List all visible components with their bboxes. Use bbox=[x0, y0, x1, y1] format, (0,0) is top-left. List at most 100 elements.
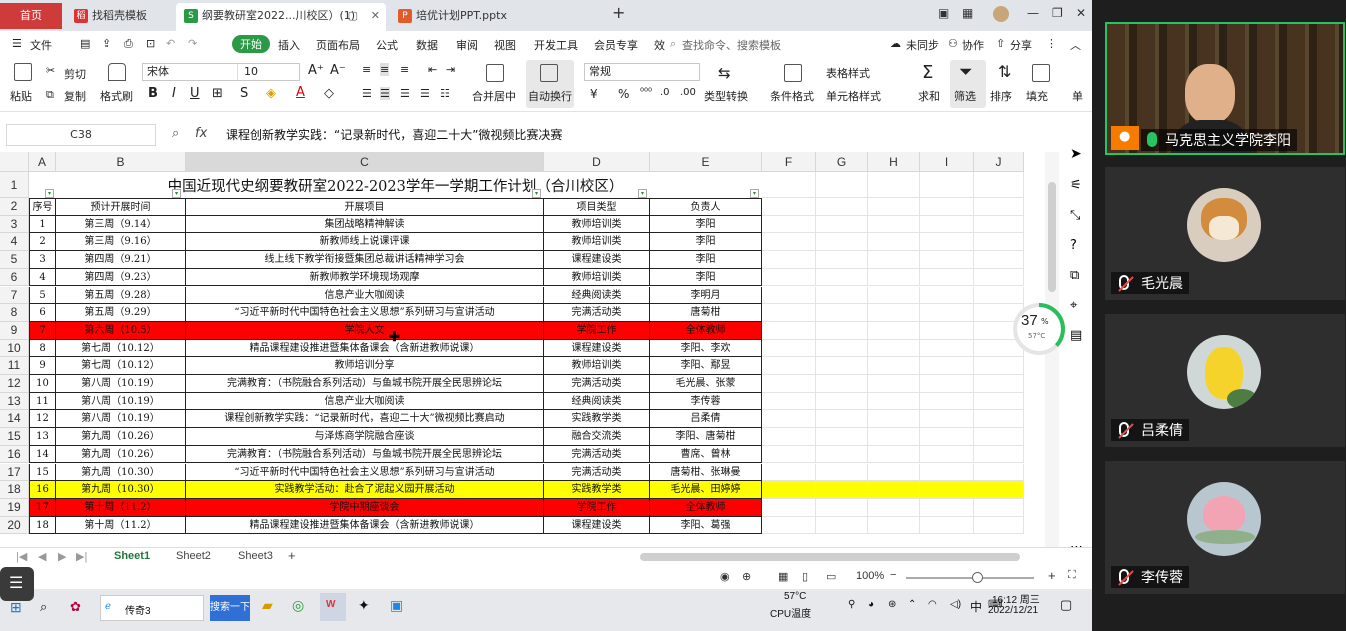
menu-member[interactable]: 会员专享 bbox=[594, 37, 638, 53]
table-row-cell[interactable]: 全体教师 bbox=[650, 321, 762, 340]
row-header[interactable]: 18 bbox=[0, 481, 29, 499]
table-row-cell[interactable]: 课程建设类 bbox=[544, 339, 650, 358]
empty-cell[interactable] bbox=[868, 481, 920, 499]
table-row-cell[interactable]: 15 bbox=[29, 463, 56, 482]
hamburger-icon[interactable]: ☰ bbox=[12, 37, 22, 50]
table-row-cell[interactable]: “习近平新时代中国特色社会主义思想”系列研习与宣讲活动 bbox=[186, 463, 544, 482]
table-row-cell[interactable]: 唐菊柑、张琳曼 bbox=[650, 463, 762, 482]
chat-overlay-button[interactable]: ☰ bbox=[0, 567, 34, 601]
empty-cell[interactable] bbox=[868, 339, 920, 358]
wrap-text-button[interactable]: 自动换行 bbox=[526, 60, 574, 108]
empty-cell[interactable] bbox=[868, 463, 920, 482]
filter-dropdown-icon[interactable]: ▾ bbox=[750, 189, 759, 198]
font-grow-icon[interactable]: A⁺ bbox=[308, 63, 324, 78]
empty-cell[interactable] bbox=[920, 286, 974, 305]
table-row-cell[interactable]: 与泽炼商学院融合座谈 bbox=[186, 428, 544, 446]
row-header[interactable]: 3 bbox=[0, 215, 29, 234]
empty-cell[interactable] bbox=[920, 268, 974, 287]
empty-cell[interactable] bbox=[816, 339, 868, 358]
font-color-icon[interactable]: A bbox=[296, 85, 305, 100]
fill-icon[interactable] bbox=[1032, 64, 1050, 82]
sum-icon[interactable]: Σ bbox=[922, 62, 933, 83]
format-painter-icon[interactable] bbox=[108, 63, 126, 81]
row-header[interactable]: 2 bbox=[0, 198, 29, 216]
export-icon[interactable]: ⇪ bbox=[102, 37, 111, 50]
add-sheet-button[interactable]: + bbox=[288, 548, 296, 563]
table-row-cell[interactable]: 学院人文 bbox=[186, 321, 544, 340]
normal-view-icon[interactable]: ▦ bbox=[778, 570, 788, 583]
table-row-cell[interactable]: 第十周（11.2） bbox=[56, 498, 186, 517]
table-row-cell[interactable]: 完满活动类 bbox=[544, 375, 650, 393]
empty-cell[interactable] bbox=[920, 410, 974, 429]
filter-dropdown-icon[interactable]: ▾ bbox=[532, 189, 541, 198]
empty-cell[interactable] bbox=[920, 516, 974, 535]
column-header-c[interactable]: C bbox=[186, 152, 544, 172]
zoom-level[interactable]: 100% bbox=[856, 570, 884, 582]
layout-icon[interactable]: ▣ bbox=[938, 6, 949, 20]
row-header[interactable]: 15 bbox=[0, 428, 29, 446]
table-row-cell[interactable]: 教师培训类 bbox=[544, 357, 650, 375]
empty-cell[interactable] bbox=[762, 286, 816, 305]
undo-icon[interactable]: ↶ bbox=[166, 37, 175, 50]
table-row-cell[interactable]: 8 bbox=[29, 339, 56, 358]
row-header[interactable]: 5 bbox=[0, 251, 29, 269]
paste-icon[interactable] bbox=[14, 63, 32, 81]
last-sheet-icon[interactable]: ▶| bbox=[76, 550, 87, 563]
menu-start[interactable]: 开始 bbox=[232, 35, 270, 53]
table-row-cell[interactable]: 第八周（10.19） bbox=[56, 410, 186, 429]
zoom-in-button[interactable]: + bbox=[1048, 568, 1056, 583]
app-icon-2[interactable]: ✦ bbox=[358, 597, 370, 614]
table-row-cell[interactable]: 12 bbox=[29, 410, 56, 429]
zoom-slider[interactable] bbox=[906, 572, 1034, 583]
column-header-e[interactable]: E bbox=[650, 152, 762, 172]
formula-input[interactable]: 课程创新教学实践：“记录新时代，喜迎二十大”微视频比赛决赛 bbox=[226, 126, 562, 143]
column-header-i[interactable]: I bbox=[920, 152, 974, 172]
empty-cell[interactable] bbox=[974, 268, 1024, 287]
tab-pptx[interactable]: P 培优计划PPT.pptx bbox=[390, 3, 600, 31]
taskbar-search-icon[interactable]: ⌕ bbox=[40, 599, 47, 615]
menu-insert[interactable]: 插入 bbox=[278, 37, 300, 53]
app-icon-1[interactable]: ✿ bbox=[70, 599, 81, 615]
empty-cell[interactable] bbox=[974, 445, 1024, 464]
column-header-g[interactable]: G bbox=[816, 152, 868, 172]
table-row-cell[interactable]: 线上线下教学衔接暨集团总裁讲话精神学习会 bbox=[186, 251, 544, 269]
table-row-cell[interactable]: 完满活动类 bbox=[544, 463, 650, 482]
share-button[interactable]: 分享 bbox=[1010, 37, 1032, 53]
menu-developer[interactable]: 开发工具 bbox=[534, 37, 578, 53]
page-break-icon[interactable]: ▭ bbox=[826, 570, 836, 583]
table-row-cell[interactable]: 李阳、唐菊柑 bbox=[650, 428, 762, 446]
empty-cell[interactable] bbox=[762, 392, 816, 411]
collapse-ribbon-icon[interactable]: ︿ bbox=[1070, 37, 1081, 53]
empty-cell[interactable] bbox=[762, 357, 816, 375]
print-icon[interactable]: ⎙ bbox=[124, 37, 133, 51]
decrease-decimal-icon[interactable]: .00 bbox=[680, 87, 696, 98]
empty-cell[interactable] bbox=[974, 410, 1024, 429]
table-header-cell[interactable]: 负责人 bbox=[650, 198, 762, 216]
filter-button[interactable]: ⏷ 筛选 bbox=[950, 60, 986, 108]
empty-cell[interactable] bbox=[816, 172, 868, 198]
table-row-cell[interactable]: 学院中期座谈会 bbox=[186, 498, 544, 517]
table-row-cell[interactable]: 李阳 bbox=[650, 215, 762, 234]
wifi-icon[interactable]: ◠ bbox=[928, 599, 937, 610]
empty-cell[interactable] bbox=[920, 428, 974, 446]
cell-style-button[interactable]: 单元格样式 bbox=[826, 88, 881, 104]
menu-effects[interactable]: 效 bbox=[654, 37, 665, 53]
table-row-cell[interactable]: 第九周（10.30） bbox=[56, 481, 186, 499]
table-header-cell[interactable]: 开展项目 bbox=[186, 198, 544, 216]
empty-cell[interactable] bbox=[762, 375, 816, 393]
empty-cell[interactable] bbox=[816, 375, 868, 393]
first-sheet-icon[interactable]: |◀ bbox=[16, 550, 27, 563]
format-painter-button[interactable]: 格式刷 bbox=[100, 88, 133, 104]
merge-icon[interactable] bbox=[486, 64, 504, 82]
zoom-slider-thumb[interactable] bbox=[972, 572, 983, 583]
empty-cell[interactable] bbox=[868, 198, 920, 216]
doc-icon[interactable]: ▤ bbox=[1070, 328, 1082, 343]
sheet-tab-1[interactable]: Sheet1 bbox=[114, 550, 150, 562]
row-header[interactable]: 10 bbox=[0, 339, 29, 358]
type-convert-button[interactable]: 类型转换 bbox=[704, 88, 748, 104]
layers-icon[interactable]: ⧉ bbox=[1070, 268, 1079, 283]
align-left-icon[interactable]: ☰ bbox=[362, 87, 372, 100]
browser-icon[interactable]: ◎ bbox=[292, 597, 304, 614]
participant-tile-2[interactable]: 毛光晨 bbox=[1105, 167, 1345, 300]
empty-cell[interactable] bbox=[762, 215, 816, 234]
